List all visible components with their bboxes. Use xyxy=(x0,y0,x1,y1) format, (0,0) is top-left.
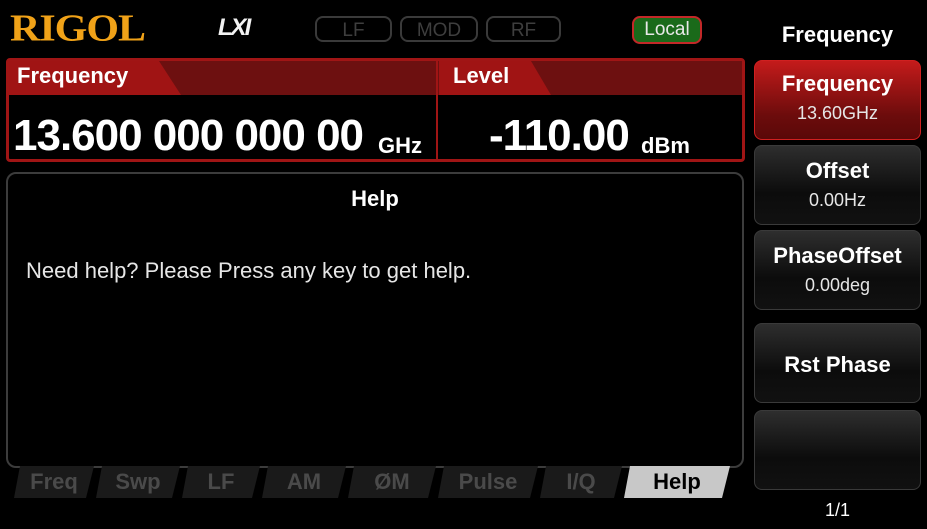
softkey-label: Rst Phase xyxy=(784,352,891,377)
empty-softkey[interactable] xyxy=(754,410,921,490)
softkey-menu: Frequency Frequency 13.60GHz Offset 0.00… xyxy=(748,0,927,529)
tab-freq[interactable]: Freq xyxy=(14,466,94,498)
help-text: Need help? Please Press any key to get h… xyxy=(26,258,472,283)
softkey-value: 0.00Hz xyxy=(808,190,867,210)
softkey-label: Offset xyxy=(805,158,870,183)
softkey-value: 0.00deg xyxy=(804,275,871,295)
tab-am[interactable]: AM xyxy=(262,466,346,498)
softkey-value: 13.60GHz xyxy=(796,103,879,123)
tab-help[interactable]: Help xyxy=(624,466,730,498)
level-label: Level xyxy=(453,63,510,88)
menu-title: Frequency xyxy=(781,22,894,47)
function-tabs: Freq Swp LF AM ØM Pulse I/Q Help xyxy=(0,466,745,504)
tab-pulse[interactable]: Pulse xyxy=(438,466,538,498)
rf-indicator: RF xyxy=(486,16,561,42)
tab-phase-mod[interactable]: ØM xyxy=(348,466,436,498)
page-indicator: 1/1 xyxy=(824,500,851,520)
softkey-label: PhaseOffset xyxy=(773,243,902,268)
frequency-level-panel: Frequency Level 13.600 000 000 00 GHz -1… xyxy=(6,58,745,162)
mod-indicator: MOD xyxy=(400,16,478,42)
offset-softkey[interactable]: Offset 0.00Hz xyxy=(754,145,921,225)
local-indicator: Local xyxy=(632,16,702,44)
phase-offset-softkey[interactable]: PhaseOffset 0.00deg xyxy=(754,230,921,310)
frequency-value[interactable]: 13.600 000 000 00 xyxy=(13,111,364,161)
softkey-label: Frequency xyxy=(781,71,894,96)
rst-phase-softkey[interactable]: Rst Phase xyxy=(754,323,921,403)
level-unit: dBm xyxy=(641,133,690,158)
rigol-logo: RIGOL xyxy=(10,8,146,50)
help-title: Help xyxy=(351,186,399,211)
frequency-softkey[interactable]: Frequency 13.60GHz xyxy=(754,60,921,140)
lf-indicator: LF xyxy=(315,16,392,42)
frequency-label: Frequency xyxy=(17,63,129,88)
lxi-icon: LXI xyxy=(218,14,251,41)
level-value[interactable]: -110.00 xyxy=(489,111,630,161)
tab-swp[interactable]: Swp xyxy=(96,466,180,498)
status-bar: RIGOL LXI LF MOD RF Local xyxy=(0,0,745,58)
tab-iq[interactable]: I/Q xyxy=(540,466,622,498)
tab-lf[interactable]: LF xyxy=(182,466,260,498)
divider xyxy=(436,61,438,159)
help-panel: Help Need help? Please Press any key to … xyxy=(6,172,744,468)
frequency-unit: GHz xyxy=(378,133,422,158)
